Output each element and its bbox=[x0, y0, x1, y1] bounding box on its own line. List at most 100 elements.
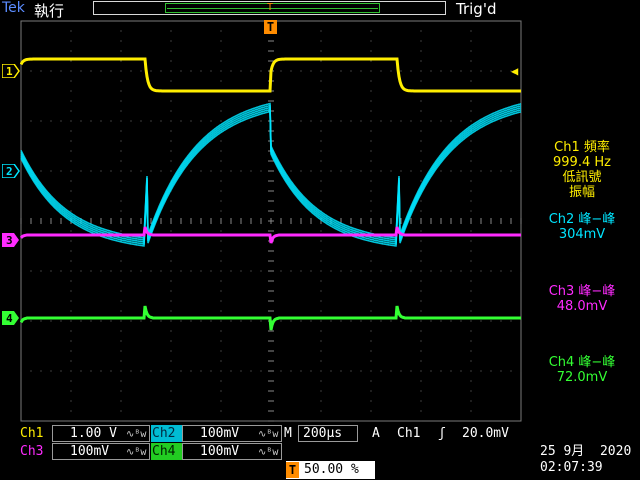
grid-dot bbox=[370, 280, 372, 282]
grid-dot bbox=[220, 340, 222, 342]
ch1-scale-value[interactable]: 1.00 V bbox=[70, 426, 117, 442]
ch3-peak-to-peak-measurement: Ch3 峰−峰 48.0mV bbox=[524, 284, 640, 314]
grid-dot bbox=[220, 210, 222, 212]
grid-dot bbox=[320, 230, 322, 232]
trigger-source[interactable]: Ch1 bbox=[397, 426, 420, 442]
grid-dot bbox=[470, 330, 472, 332]
grid-dot bbox=[320, 50, 322, 52]
grid-dot bbox=[210, 320, 212, 322]
grid-dot bbox=[210, 170, 212, 172]
grid-dot bbox=[510, 170, 512, 172]
grid-dot bbox=[470, 110, 472, 112]
ch1-scale-label[interactable]: Ch1 bbox=[20, 426, 43, 442]
ch4-ground-marker[interactable]: 4 bbox=[2, 311, 20, 328]
timebase-value[interactable]: 200µs bbox=[303, 426, 342, 442]
grid-dot bbox=[310, 70, 312, 72]
grid-dot bbox=[470, 300, 472, 302]
horizontal-position-box[interactable]: 50.00 % bbox=[286, 461, 375, 479]
grid-dot bbox=[70, 270, 72, 272]
grid-dot bbox=[370, 170, 372, 172]
grid-dot bbox=[460, 170, 462, 172]
grid-dot bbox=[170, 100, 172, 102]
grid-dot bbox=[140, 320, 142, 322]
grid-dot bbox=[420, 30, 422, 32]
grid-dot bbox=[320, 30, 322, 32]
grid-dot bbox=[170, 250, 172, 252]
grid-dot bbox=[220, 180, 222, 182]
grid-dot bbox=[370, 420, 372, 422]
grid-dot bbox=[340, 320, 342, 322]
grid-dot bbox=[370, 350, 372, 352]
grid-dot bbox=[220, 390, 222, 392]
grid-dot bbox=[300, 170, 302, 172]
grid-dot bbox=[50, 70, 52, 72]
grid-dot bbox=[70, 310, 72, 312]
grid-dot bbox=[60, 320, 62, 322]
grid-dot bbox=[30, 370, 32, 372]
ch3-scale-label[interactable]: Ch3 bbox=[20, 444, 43, 460]
ch2-scale-value[interactable]: 100mV bbox=[200, 426, 239, 442]
grid-dot bbox=[300, 70, 302, 72]
grid-dot bbox=[470, 290, 472, 292]
grid-dot bbox=[410, 70, 412, 72]
grid-dot bbox=[320, 360, 322, 362]
grid-dot bbox=[470, 150, 472, 152]
ch3-scale-value[interactable]: 100mV bbox=[70, 444, 109, 460]
grid-dot bbox=[400, 70, 402, 72]
grid-dot bbox=[70, 50, 72, 52]
grid-dot bbox=[520, 120, 522, 122]
grid-dot bbox=[370, 70, 372, 72]
grid-dot bbox=[400, 320, 402, 322]
grid-dot bbox=[260, 170, 262, 172]
grid-dot bbox=[140, 270, 142, 272]
ch4-scale-label[interactable]: Ch4 bbox=[152, 444, 175, 460]
grid-dot bbox=[220, 140, 222, 142]
grid-dot bbox=[430, 270, 432, 272]
grid-dot bbox=[320, 270, 322, 272]
grid-dot bbox=[70, 130, 72, 132]
grid-dot bbox=[220, 30, 222, 32]
grid-dot bbox=[360, 270, 362, 272]
grid-dot bbox=[370, 200, 372, 202]
grid-dot bbox=[380, 170, 382, 172]
grid-dot bbox=[290, 170, 292, 172]
grid-dot bbox=[120, 250, 122, 252]
ch2-peak-to-peak-measurement: Ch2 峰−峰 304mV bbox=[524, 212, 640, 242]
ch2-scale-label[interactable]: Ch2 bbox=[152, 426, 175, 442]
grid-dot bbox=[200, 270, 202, 272]
ch2-ground-marker[interactable]: 2 bbox=[1, 163, 20, 181]
grid-dot bbox=[170, 150, 172, 152]
grid-dot bbox=[170, 140, 172, 142]
grid-dot bbox=[70, 160, 72, 162]
grid-dot bbox=[120, 30, 122, 32]
grid-dot bbox=[120, 160, 122, 162]
grid-dot bbox=[430, 320, 432, 322]
grid-dot bbox=[70, 200, 72, 202]
grid-dot bbox=[200, 70, 202, 72]
grid-dot bbox=[120, 20, 122, 22]
grid-dot bbox=[310, 320, 312, 322]
grid-dot bbox=[420, 420, 422, 422]
grid-dot bbox=[320, 60, 322, 62]
ch4-scale-value[interactable]: 100mV bbox=[200, 444, 239, 460]
grid-dot bbox=[110, 270, 112, 272]
grid-dot bbox=[170, 410, 172, 412]
grid-dot bbox=[220, 350, 222, 352]
grid-dot bbox=[150, 170, 152, 172]
grid-dot bbox=[70, 110, 72, 112]
grid-dot bbox=[130, 320, 132, 322]
grid-dot bbox=[110, 170, 112, 172]
grid-dot bbox=[360, 70, 362, 72]
grid-dot bbox=[320, 160, 322, 162]
grid-dot bbox=[80, 70, 82, 72]
grid-dot bbox=[390, 370, 392, 372]
trigger-level[interactable]: 20.0mV bbox=[462, 426, 509, 442]
grid-dot bbox=[260, 120, 262, 122]
ch1-ground-marker[interactable]: 1 bbox=[1, 63, 20, 81]
grid-dot bbox=[420, 180, 422, 182]
grid-dot bbox=[220, 240, 222, 242]
grid-dot bbox=[470, 250, 472, 252]
grid-dot bbox=[120, 300, 122, 302]
grid-dot bbox=[120, 210, 122, 212]
ch3-ground-marker[interactable]: 3 bbox=[2, 233, 20, 250]
